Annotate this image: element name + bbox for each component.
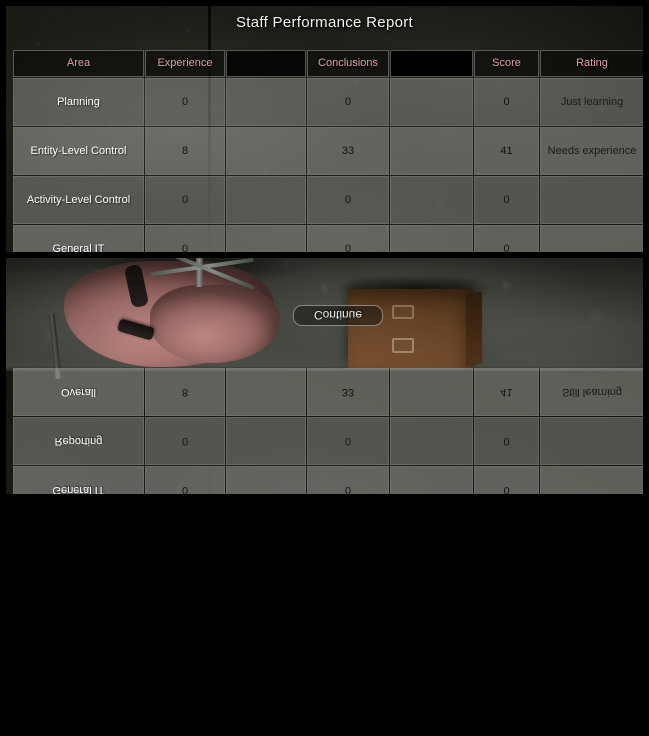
cell-rating: [540, 176, 644, 224]
cell-conclusions-reflection: 0: [307, 466, 389, 494]
table-header-row: Area Experience Conclusions Score Rating: [13, 50, 644, 77]
cell-rating-reflection: Still learning: [540, 368, 644, 416]
cell-score: 41: [474, 127, 539, 175]
cell-blank-1: [226, 176, 306, 224]
column-header-score[interactable]: Score: [474, 50, 539, 77]
cell-conclusions: 0: [307, 176, 389, 224]
table-row[interactable]: Activity-Level Control 0 0 0: [13, 176, 644, 224]
report-overlay-reflection: Staff Performance Report Area Experience…: [0, 252, 649, 494]
column-header-conclusions[interactable]: Conclusions: [307, 50, 389, 77]
table-row[interactable]: Planning 0 0 0 Just learning: [13, 78, 644, 126]
cell-blank-2-reflection: [390, 466, 473, 494]
cell-experience: 0: [145, 78, 225, 126]
cell-area: Activity-Level Control: [13, 176, 144, 224]
cell-experience-reflection: 8: [145, 368, 225, 416]
cell-area: Planning: [13, 78, 144, 126]
cell-score: 0: [474, 78, 539, 126]
cell-score-reflection: 41: [474, 368, 539, 416]
cell-conclusions-reflection: 0: [307, 417, 389, 465]
table-row[interactable]: Entity-Level Control 8 33 41 Needs exper…: [13, 127, 644, 175]
cell-rating-reflection: [540, 417, 644, 465]
cell-area-reflection: Reporting: [13, 417, 144, 465]
screen-reflection: Staff Performance Report Area Experience…: [0, 252, 649, 494]
table-row-reflection: Reporting 0 0 0: [13, 417, 644, 465]
cell-conclusions: 0: [307, 78, 389, 126]
cell-conclusions-reflection: 33: [307, 368, 389, 416]
page-title: Staff Performance Report: [235, 14, 413, 31]
table-body-reflection: Planning 0 0 0 Just learning Entity-Leve…: [13, 368, 644, 494]
cell-blank-2: [390, 78, 473, 126]
cell-area-reflection: General IT: [13, 466, 144, 494]
column-header-blank-1[interactable]: [226, 50, 306, 77]
cell-blank-2: [390, 176, 473, 224]
column-header-area[interactable]: Area: [13, 50, 144, 77]
cell-rating-reflection: [540, 466, 644, 494]
cell-blank-2-reflection: [390, 368, 473, 416]
cell-experience: 0: [145, 176, 225, 224]
cell-score-reflection: 0: [474, 466, 539, 494]
cell-blank-2: [390, 127, 473, 175]
cell-blank-1-reflection: [226, 417, 306, 465]
performance-table-reflection: Area Experience Conclusions Score Rating…: [12, 367, 645, 494]
cell-score-reflection: 0: [474, 417, 539, 465]
screenshot-stage: Staff Performance Report Area Experience…: [0, 0, 649, 736]
cell-area: Entity-Level Control: [13, 127, 144, 175]
cell-experience-reflection: 0: [145, 417, 225, 465]
reflection-dim-overlay: [0, 494, 649, 736]
cell-blank-1: [226, 78, 306, 126]
cell-blank-1-reflection: [226, 368, 306, 416]
cell-score: 0: [474, 176, 539, 224]
table-row-reflection: Overall 8 33 41 Still learning: [13, 368, 644, 416]
cell-blank-1: [226, 127, 306, 175]
cell-blank-1-reflection: [226, 466, 306, 494]
cell-experience-reflection: 0: [145, 466, 225, 494]
table-row-reflection: General IT 0 0 0: [13, 466, 644, 494]
column-header-blank-2[interactable]: [390, 50, 473, 77]
cell-experience: 8: [145, 127, 225, 175]
continue-button-reflection: Continue: [293, 305, 383, 326]
cell-rating: Needs experience: [540, 127, 644, 175]
cell-blank-2-reflection: [390, 417, 473, 465]
column-header-experience[interactable]: Experience: [145, 50, 225, 77]
column-header-rating[interactable]: Rating: [540, 50, 644, 77]
cell-conclusions: 33: [307, 127, 389, 175]
cell-area-reflection: Overall: [13, 368, 144, 416]
cell-rating: Just learning: [540, 78, 644, 126]
